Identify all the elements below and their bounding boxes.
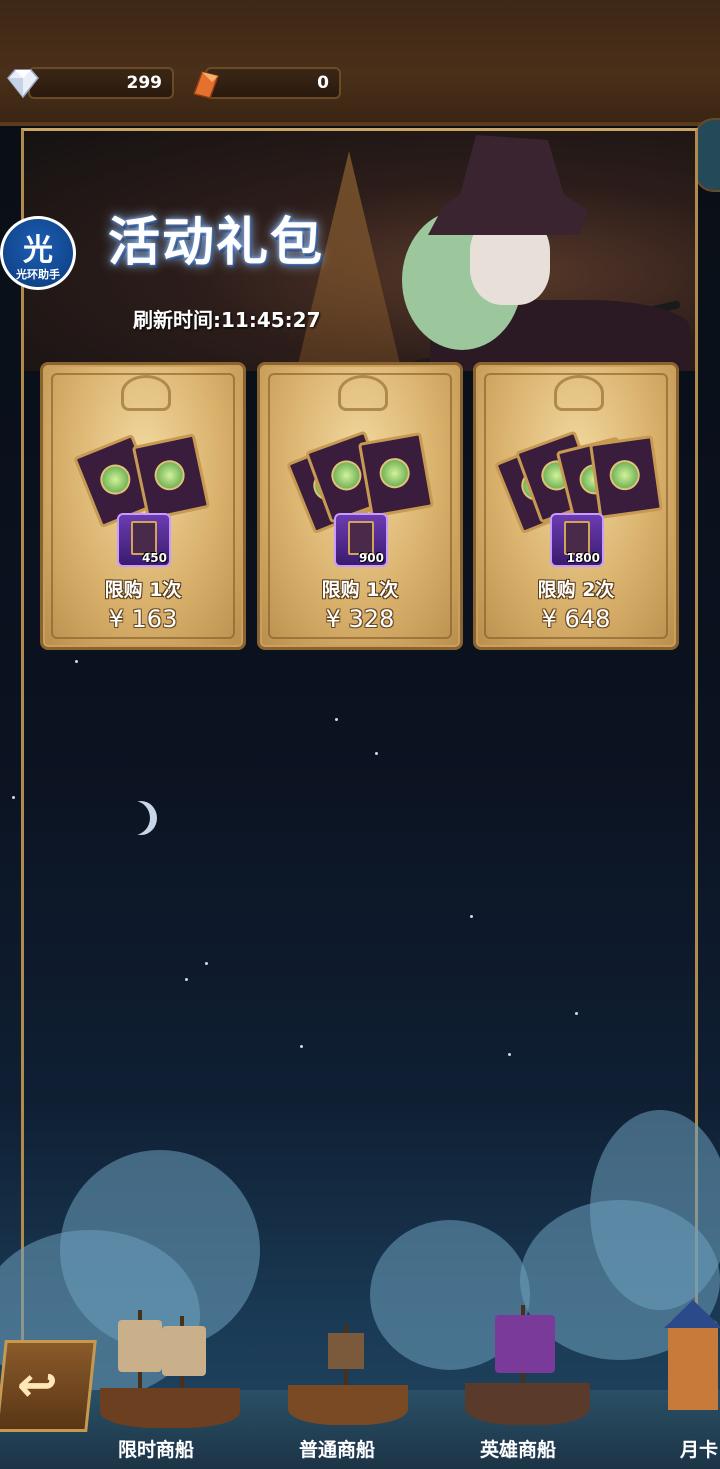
star xyxy=(508,1053,511,1056)
item-quantity: 900 xyxy=(358,551,384,565)
pack-price: ¥ 163 xyxy=(108,605,178,633)
top-bar: 299 0 xyxy=(0,0,720,126)
purchase-limit: 限购 2次 xyxy=(537,579,615,601)
star xyxy=(12,796,15,799)
ship-label-normal[interactable]: 普通商船 xyxy=(299,1435,375,1462)
scroll-item-icon: 1800 xyxy=(550,513,604,567)
hero-ship[interactable] xyxy=(465,1305,590,1425)
scroll-item-icon: 450 xyxy=(117,513,171,567)
item-quantity: 1800 xyxy=(566,551,600,565)
card-crest-icon xyxy=(338,375,388,411)
pack-price: ¥ 328 xyxy=(325,605,395,633)
card-crest-icon xyxy=(121,375,171,411)
diamond-count: 299 xyxy=(126,73,163,93)
purchase-limit: 限购 1次 xyxy=(321,579,399,601)
star xyxy=(185,978,188,981)
pack-card-3[interactable]: 1800 限购 2次 ¥ 648 xyxy=(473,362,679,650)
pack-price: ¥ 648 xyxy=(541,605,611,633)
purchase-limit: 限购 1次 xyxy=(104,579,182,601)
shop-screen: 299 0 活动礼包 刷新时间:11:45:27 光 光环助手 450 限购 1… xyxy=(0,0,720,1469)
card-crest-icon xyxy=(554,375,604,411)
pack-card-2[interactable]: 900 限购 1次 ¥ 328 xyxy=(257,362,463,650)
star xyxy=(575,1012,578,1015)
assistant-float-button[interactable]: 光 光环助手 xyxy=(0,216,76,290)
ship-label-hero[interactable]: 英雄商船 xyxy=(480,1435,556,1462)
diamond-counter[interactable]: 299 xyxy=(28,67,174,99)
star xyxy=(470,915,473,918)
essence-crystal-icon xyxy=(193,71,219,99)
star xyxy=(300,1045,303,1048)
star xyxy=(375,752,378,755)
pack-card-1[interactable]: 450 限购 1次 ¥ 163 xyxy=(40,362,246,650)
scroll-item-icon: 900 xyxy=(334,513,388,567)
back-arrow-icon: ↩ xyxy=(14,1357,61,1413)
monthly-card-tower[interactable] xyxy=(660,1300,720,1410)
ship-label-limited[interactable]: 限时商船 xyxy=(118,1435,194,1462)
moon-icon xyxy=(125,801,157,835)
back-button[interactable]: ↩ xyxy=(0,1340,97,1432)
limited-ship[interactable] xyxy=(100,1310,240,1428)
star xyxy=(335,718,338,721)
assistant-badge-char: 光 xyxy=(23,233,53,268)
star xyxy=(205,962,208,965)
essence-count: 0 xyxy=(317,73,329,93)
ship-label-monthly[interactable]: 月卡 xyxy=(680,1435,720,1462)
assistant-badge-label: 光环助手 xyxy=(16,268,60,281)
star xyxy=(75,660,78,663)
essence-counter[interactable]: 0 xyxy=(205,67,341,99)
diamond-icon xyxy=(7,69,39,99)
normal-ship[interactable] xyxy=(288,1325,408,1425)
item-quantity: 450 xyxy=(141,551,167,565)
